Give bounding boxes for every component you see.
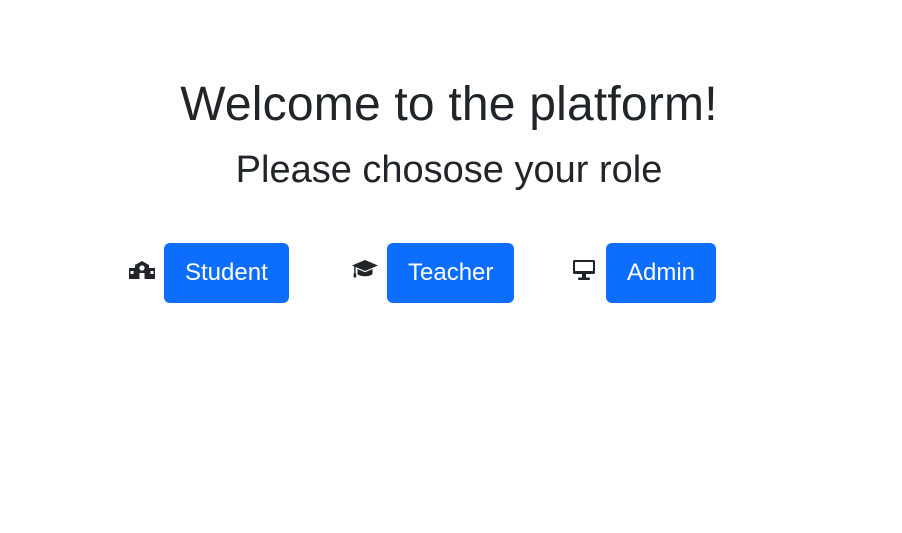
page-title: Welcome to the platform! [180,78,718,131]
role-selection-page: Welcome to the platform! Please chosose … [0,0,902,533]
desktop-icon [570,243,598,303]
admin-button[interactable]: Admin [606,243,717,303]
teacher-button[interactable]: Teacher [387,243,515,303]
student-button[interactable]: Student [164,243,289,303]
graduation-cap-icon [351,243,379,303]
role-option-teacher: Teacher [351,243,515,303]
role-option-admin: Admin [570,243,717,303]
school-icon [128,243,156,303]
page-subtitle: Please chosose your role [235,149,663,191]
role-option-student: Student [128,243,289,303]
